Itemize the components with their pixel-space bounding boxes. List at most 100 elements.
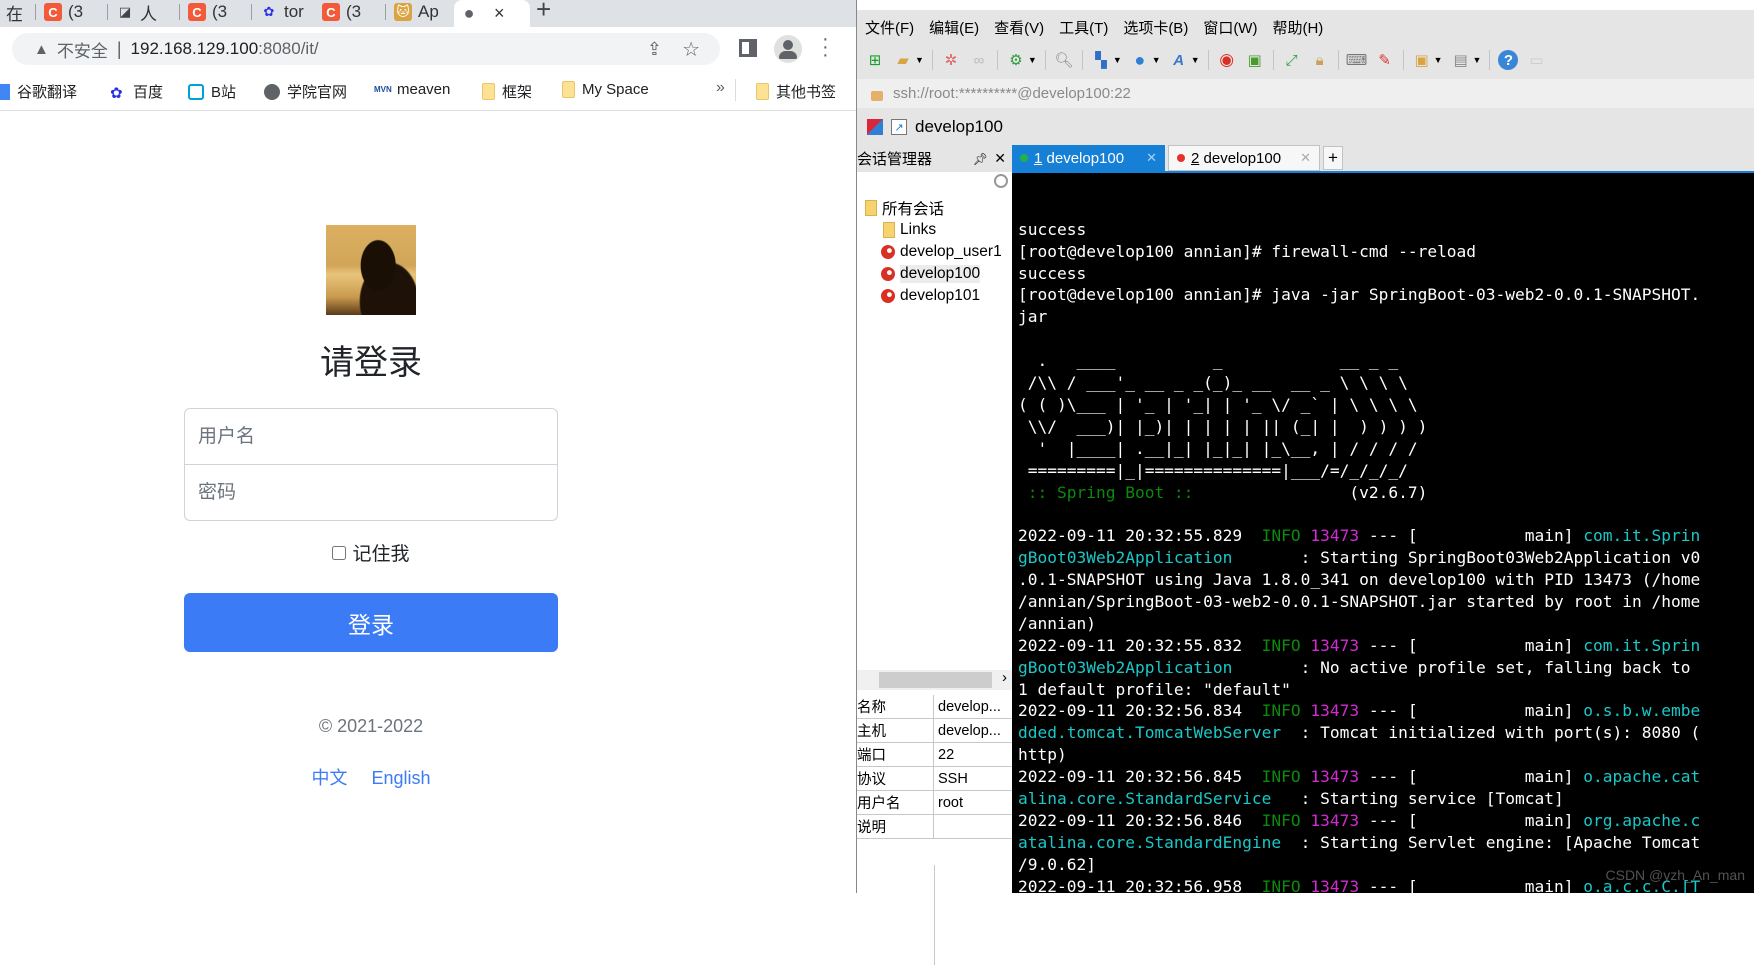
scroll-right-icon[interactable]: › xyxy=(1002,669,1007,686)
address-bar[interactable]: ▲ 不安全 | 192.168.129.100:8080/it/ ⇪ ☆ xyxy=(12,33,720,65)
security-label[interactable]: 不安全 xyxy=(57,37,108,62)
browser-tab[interactable]: C (3 xyxy=(38,0,108,24)
close-tab-icon[interactable]: ✕ xyxy=(1300,150,1311,166)
dropdown-icon[interactable]: ▼ xyxy=(1113,55,1122,65)
disconnect-icon[interactable]: ✲ xyxy=(941,50,961,70)
terminal-text: atalina.core.StandardEngine xyxy=(1018,832,1282,852)
bookmark-item[interactable]: 谷歌翻译 xyxy=(0,81,77,102)
bookmark-item[interactable]: B站 xyxy=(188,81,236,102)
menu-file[interactable]: 文件(F) xyxy=(865,17,914,38)
password-input[interactable] xyxy=(184,464,558,521)
map-keys-icon[interactable]: ✎ xyxy=(1375,50,1395,70)
terminal-line: success xyxy=(1018,263,1754,285)
tree-item-session[interactable]: develop101 xyxy=(857,285,1012,307)
new-tab-button[interactable]: + xyxy=(1323,146,1343,170)
bookmark-item[interactable]: 学院官网 xyxy=(264,81,347,102)
tree-item-session-selected[interactable]: develop100 xyxy=(857,263,1012,285)
transfer-icon[interactable]: ▚ xyxy=(1091,50,1111,70)
layout-icon[interactable]: ▤ xyxy=(1451,50,1471,70)
browser-tab[interactable]: ◪ 人 xyxy=(110,0,180,24)
lang-zh-link[interactable]: 中文 xyxy=(311,768,347,788)
session-tab-2[interactable]: 2 develop100 ✕ xyxy=(1168,145,1320,171)
scrollbar-thumb[interactable] xyxy=(879,672,992,688)
bookmark-star-icon[interactable]: ☆ xyxy=(682,37,700,62)
pin-icon[interactable]: 📌︎ xyxy=(973,152,988,166)
button-bar-flag-icon[interactable] xyxy=(867,119,883,135)
session-tab-1[interactable]: 1 develop100 ✕ xyxy=(1012,145,1165,171)
dropdown-icon[interactable]: ▼ xyxy=(1028,55,1037,65)
more-menu-icon[interactable]: · · · xyxy=(822,29,829,65)
new-session-icon[interactable]: ⊞ xyxy=(865,50,885,70)
remember-me[interactable]: 记住我 xyxy=(184,539,558,566)
menu-tabs[interactable]: 选项卡(B) xyxy=(1123,17,1188,38)
url-host[interactable]: 192.168.129.100 xyxy=(131,39,259,59)
terminal-line: ( ( )\___ | '_ | '_| | '_ \/ _` | \ \ \ … xyxy=(1018,394,1754,416)
menu-view[interactable]: 查看(V) xyxy=(994,17,1044,38)
chat-icon[interactable]: ▭ xyxy=(1526,50,1546,70)
terminal-output[interactable]: success [root@develop100 annian]# firewal… xyxy=(1012,173,1754,893)
bookmark-item[interactable]: 框架 xyxy=(482,81,532,102)
sftp-icon[interactable]: ▣ xyxy=(1245,50,1265,70)
new-tab-button[interactable]: + xyxy=(536,0,551,25)
terminal-text: : Tomcat initialized with port(s): 8080 … xyxy=(1281,723,1701,743)
dropdown-icon[interactable]: ▼ xyxy=(1434,55,1443,65)
tree-item-all-sessions[interactable]: 所有会话 xyxy=(857,197,1012,219)
help-icon[interactable]: ? xyxy=(1498,50,1519,70)
lock-icon[interactable]: 🔒︎ xyxy=(1310,50,1330,70)
bookmark-item[interactable]: MVN meaven xyxy=(374,81,450,98)
open-folder-icon[interactable]: ▰ xyxy=(893,50,913,70)
font-icon[interactable]: A xyxy=(1169,50,1189,70)
menu-edit[interactable]: 编辑(E) xyxy=(929,17,979,38)
new-folder-icon[interactable]: ▣ xyxy=(1412,50,1432,70)
menu-tools[interactable]: 工具(T) xyxy=(1059,17,1108,38)
tab-title: (3 xyxy=(346,2,362,21)
dropdown-icon[interactable]: ▼ xyxy=(1473,55,1482,65)
menu-window[interactable]: 窗口(W) xyxy=(1203,17,1257,38)
browser-tab[interactable]: ✿ tor xyxy=(254,0,324,24)
active-session-label[interactable]: develop100 xyxy=(915,117,1003,137)
search-icon[interactable] xyxy=(994,174,1008,188)
dropdown-icon[interactable]: ▼ xyxy=(1152,55,1161,65)
warning-icon[interactable]: ▲ xyxy=(34,41,49,58)
bookmark-item[interactable]: ✿ 百度 xyxy=(110,81,163,102)
share-icon[interactable]: ⇪ xyxy=(647,39,662,60)
browser-tab[interactable]: C (3 xyxy=(182,0,252,24)
browser-tab[interactable]: C (3 xyxy=(316,0,386,24)
side-panel-icon[interactable] xyxy=(739,39,757,57)
close-tab-icon[interactable]: ✕ xyxy=(1146,150,1157,166)
globe-icon[interactable]: ● xyxy=(1130,50,1150,70)
tree-item-session[interactable]: develop_user1 xyxy=(857,241,1012,263)
close-icon[interactable]: ✕ xyxy=(994,150,1006,167)
find-icon[interactable]: 🔍︎ xyxy=(1054,50,1074,70)
profile-icon[interactable] xyxy=(774,35,802,63)
browser-tab[interactable]: 在 xyxy=(0,0,36,24)
dropdown-icon[interactable]: ▼ xyxy=(915,55,924,65)
tree-item-links[interactable]: Links xyxy=(857,219,1012,241)
browser-tab-active[interactable]: ● × xyxy=(454,0,530,27)
securefx-icon[interactable]: ◉ xyxy=(1217,50,1237,70)
keyboard-icon[interactable]: ⌨ xyxy=(1346,50,1368,70)
connection-url[interactable]: ssh://root:**********@develop100:22 xyxy=(893,85,1131,102)
login-button[interactable]: 登录 xyxy=(184,593,558,652)
username-input[interactable] xyxy=(184,408,558,465)
horizontal-scrollbar[interactable]: › xyxy=(857,669,1012,690)
bookmark-item[interactable]: My Space xyxy=(562,81,649,98)
browser-tab[interactable]: 🐱 Ap xyxy=(388,0,458,24)
connection-address-bar[interactable]: ssh://root:**********@develop100:22 xyxy=(857,79,1754,108)
terminal-text: (v2.6.7) xyxy=(1193,482,1428,502)
bookmark-label: B站 xyxy=(211,84,237,101)
dropdown-icon[interactable]: ▼ xyxy=(1191,55,1200,65)
other-bookmarks[interactable]: 其他书签 xyxy=(756,81,836,102)
menu-help[interactable]: 帮助(H) xyxy=(1272,17,1323,38)
remember-me-checkbox[interactable] xyxy=(332,545,347,560)
lang-en-link[interactable]: English xyxy=(371,768,430,788)
session-options-icon[interactable]: ⚙ xyxy=(1006,50,1026,70)
session-search[interactable] xyxy=(857,172,1012,197)
browser-tab-strip: 在 C (3 ◪ 人 C (3 ✿ tor C (3 🐱 Ap ● × + xyxy=(0,0,856,27)
url-path[interactable]: :8080/it/ xyxy=(258,39,319,59)
fullscreen-icon[interactable]: ⤢ xyxy=(1282,50,1302,70)
reconnect-icon[interactable]: ∞ xyxy=(969,50,989,70)
bookmarks-overflow-button[interactable]: » xyxy=(716,79,725,97)
close-tab-icon[interactable]: × xyxy=(494,3,505,24)
